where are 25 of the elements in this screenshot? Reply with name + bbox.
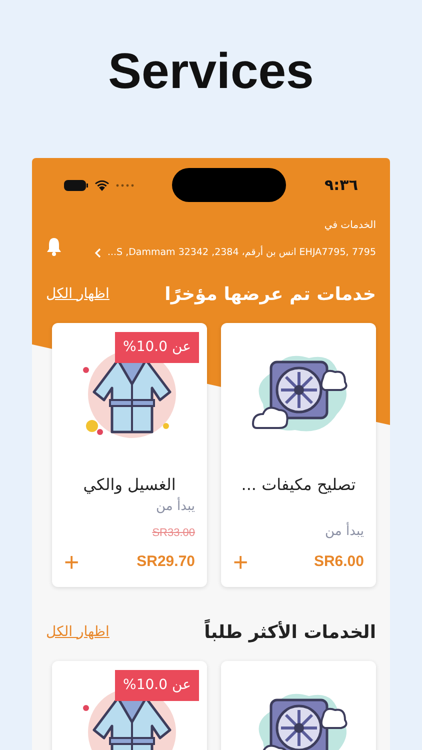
notification-bell-icon[interactable] <box>46 237 62 257</box>
address-text[interactable]: 7795 ,EHJA7795 انس بن أرقم، 2384, S ,Dammam 32342... <box>107 246 376 260</box>
service-name: الغسيل والكي <box>82 474 177 496</box>
signal-dots-icon <box>116 184 134 186</box>
chevron-left-icon[interactable] <box>95 248 102 258</box>
starting-from-label: يبدأ من <box>155 497 195 516</box>
old-price: SR33.00 <box>151 526 195 540</box>
section-title: خدمات تم عرضها مؤخرًا <box>164 282 376 306</box>
battery-icon <box>64 180 88 190</box>
headline: Services <box>108 42 314 100</box>
service-card[interactable]: عن 10.0% <box>52 661 207 750</box>
wifi-icon <box>94 179 110 191</box>
starting-from-label: يبدأ من <box>324 522 364 540</box>
discount-badge: عن 10.0% <box>115 332 199 363</box>
show-all-link[interactable]: اظهار الكل <box>46 284 110 304</box>
service-name: تصليح مكيفات ... <box>240 474 357 496</box>
price: SR6.00 <box>314 552 364 572</box>
section-title: الخدمات الأكثر طلباً <box>204 618 376 646</box>
location-label: الخدمات في <box>323 219 376 233</box>
discount-badge: عن 10.0% <box>115 670 199 701</box>
add-button[interactable]: + <box>64 549 80 575</box>
add-button[interactable]: + <box>233 549 248 575</box>
status-time: ٩:٣٦ <box>324 174 358 196</box>
price: SR29.70 <box>136 552 195 572</box>
show-all-link[interactable]: اظهار الكل <box>46 622 110 642</box>
